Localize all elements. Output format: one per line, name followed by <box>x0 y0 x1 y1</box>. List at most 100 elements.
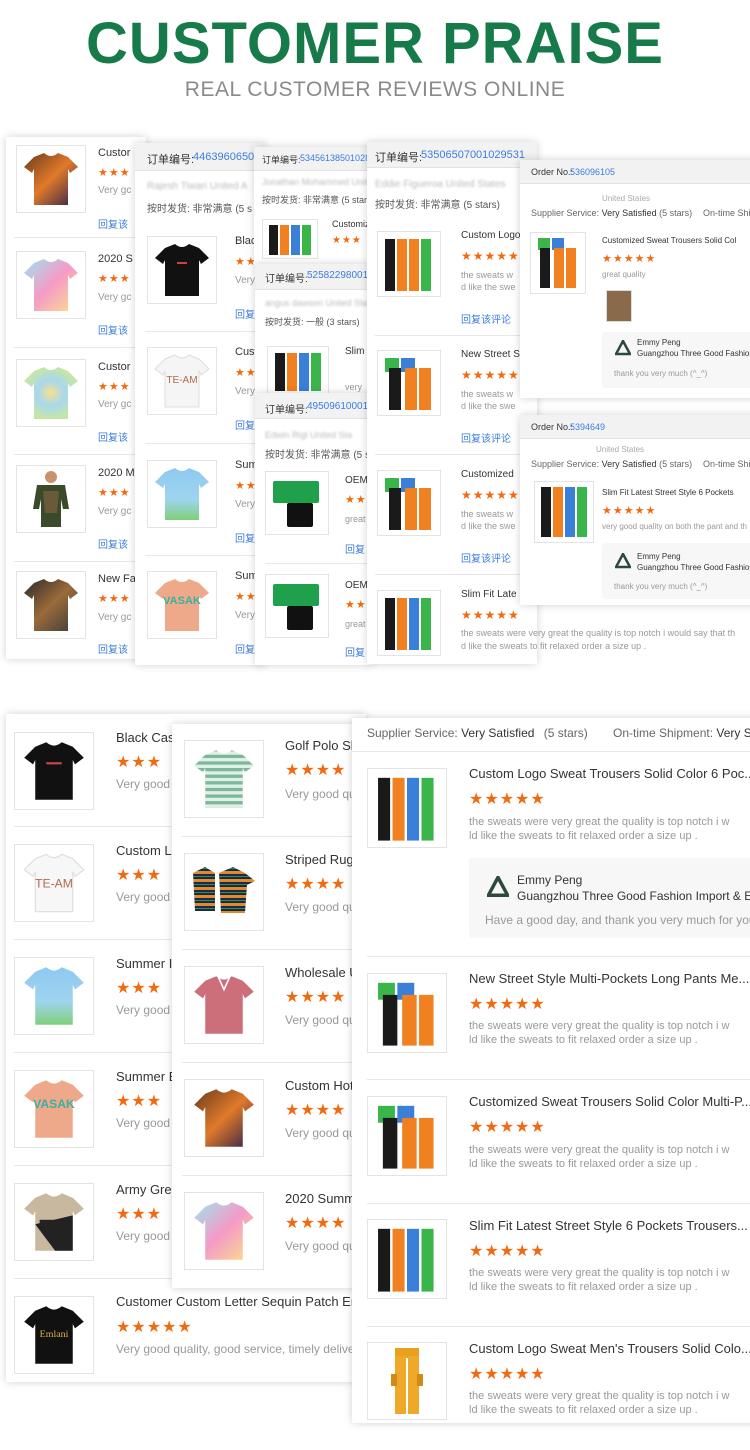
shipment-info: On-time Shipment: Very Sa <box>613 726 750 740</box>
product-thumbnail[interactable] <box>377 590 441 656</box>
product-thumbnail[interactable] <box>534 481 594 543</box>
product-thumbnail[interactable]: VASAK <box>14 1070 94 1148</box>
rating-stars: ★★★★★ <box>469 1366 546 1383</box>
review-text: Very good <box>116 1116 171 1130</box>
review-title: Golf Polo Sh <box>285 738 357 753</box>
review-text: the sweats were very great the quality i… <box>469 1144 730 1156</box>
shorts-image <box>273 584 319 630</box>
order-number[interactable]: 44639606501 <box>193 151 260 163</box>
product-thumbnail[interactable] <box>14 1183 94 1261</box>
rating-stars: ★★★ <box>116 1206 163 1223</box>
service-label: Supplier Service: <box>531 459 600 469</box>
divider <box>14 347 146 348</box>
shipment-label: On-time Shipment: <box>613 726 714 740</box>
company-logo-icon <box>613 338 633 361</box>
product-thumbnail[interactable] <box>377 231 441 297</box>
review-text: ld like the sweats to fit relaxed order … <box>469 1158 698 1170</box>
service-stars: (5 stars) <box>659 208 693 218</box>
product-thumbnail[interactable]: TE-AM <box>14 844 94 922</box>
order-label: 订单编号: <box>147 154 195 166</box>
review-text: Very good qu <box>285 1239 356 1253</box>
product-thumbnail[interactable] <box>14 957 94 1035</box>
buyer-name: Rajesh Tiwari United A <box>147 181 248 192</box>
product-thumbnail[interactable] <box>367 768 447 848</box>
tshirt-image <box>24 259 78 311</box>
review-panel-bottom-right: Supplier Service: Very Satisfied (5 star… <box>352 718 750 1423</box>
order-label: 订单编号: <box>265 405 308 416</box>
order-number[interactable]: 525822980010 <box>307 270 370 281</box>
product-thumbnail[interactable] <box>16 359 86 427</box>
supplier-reply: Emmy Peng Guangzhou Three Good Fashion I… <box>469 858 750 938</box>
order-number[interactable]: 536096105 <box>570 167 615 177</box>
product-thumbnail[interactable] <box>267 346 329 394</box>
product-thumbnail[interactable] <box>184 1192 264 1270</box>
order-label: 订单编号: <box>265 274 308 285</box>
review-title: Customized Sweat Trousers Solid Col <box>602 236 737 245</box>
order-number[interactable]: 534561385010285 <box>300 153 374 163</box>
product-thumbnail[interactable] <box>184 1079 264 1157</box>
svg-text:Emlani: Emlani <box>40 1329 69 1340</box>
reply-name: Emmy Peng <box>517 873 583 887</box>
product-thumbnail[interactable] <box>16 251 86 319</box>
shipment-label: On-time Ship <box>703 208 750 218</box>
product-thumbnail[interactable] <box>147 236 217 304</box>
buyer-name: angus dawson United Sta <box>265 298 368 308</box>
product-thumbnail[interactable] <box>265 471 329 535</box>
divider <box>367 1203 750 1204</box>
buyer-name: Edwin Rigl United Sta <box>265 430 353 440</box>
product-thumbnail[interactable] <box>184 740 264 818</box>
product-thumbnail[interactable] <box>377 350 441 416</box>
order-number[interactable]: 5394649 <box>570 422 605 432</box>
review-title: 2020 Summ <box>285 1191 356 1206</box>
product-thumbnail[interactable]: TE-AM <box>147 347 217 415</box>
divider <box>145 555 265 556</box>
product-thumbnail[interactable] <box>367 1342 447 1420</box>
page-title: CUSTOMER PRAISE <box>86 11 664 76</box>
product-thumbnail[interactable] <box>367 973 447 1053</box>
product-thumbnail[interactable] <box>265 574 329 638</box>
product-thumbnail[interactable] <box>530 232 586 294</box>
product-thumbnail[interactable] <box>377 470 441 536</box>
product-thumbnail[interactable] <box>367 1219 447 1299</box>
supplier-reply: Emmy Peng Guangzhou Three Good Fashion t… <box>602 332 750 388</box>
order-header: 订单编号: 495096100010 <box>255 393 373 419</box>
blue-green-tshirt-image <box>155 468 209 520</box>
shipment-rating: 按时发货: 非常满意 (5 stars) <box>265 450 373 461</box>
product-thumbnail[interactable]: VASAK <box>147 571 217 639</box>
order-header: 订单编号: 44639606501 <box>135 143 265 171</box>
service-label: Supplier Service: <box>367 726 458 740</box>
review-text: the sweats were very great the quality i… <box>469 1020 730 1032</box>
service-stars: (5 stars) <box>543 726 588 740</box>
reply-company: Guangzhou Three Good Fashion Import & Ex… <box>517 889 750 903</box>
svg-text:VASAK: VASAK <box>163 595 201 607</box>
buyer-country: United States <box>602 194 651 203</box>
rating-stars: ★★★★ <box>285 762 347 779</box>
product-thumbnail[interactable] <box>14 732 94 810</box>
product-thumbnail[interactable] <box>16 465 86 533</box>
customer-photo[interactable] <box>606 290 632 322</box>
order-number[interactable]: 495096100010 <box>307 401 373 412</box>
product-thumbnail[interactable] <box>367 1096 447 1176</box>
page-subtitle: REAL CUSTOMER REVIEWS ONLINE <box>184 78 566 101</box>
product-thumbnail[interactable] <box>16 145 86 213</box>
svg-text:TE-AM: TE-AM <box>35 876 73 890</box>
buyer-name: Eddie Figueroa United States <box>375 179 506 190</box>
divider <box>367 1326 750 1327</box>
divider <box>14 561 146 562</box>
review-title: Wholesale U <box>285 965 357 980</box>
product-thumbnail[interactable] <box>184 966 264 1044</box>
white-tshirt-image: TE-AM <box>154 354 210 408</box>
review-title: New Street Style Multi-Pockets Long Pant… <box>469 971 750 986</box>
product-thumbnail[interactable]: Emlani <box>14 1296 94 1374</box>
product-thumbnail[interactable] <box>147 460 217 528</box>
product-thumbnail[interactable] <box>262 219 318 259</box>
review-text: Very good <box>116 1229 171 1243</box>
divider <box>145 443 265 444</box>
product-thumbnail[interactable] <box>184 853 264 931</box>
pink-polo-image <box>194 976 254 1034</box>
divider <box>375 454 537 455</box>
divider <box>14 237 146 238</box>
divider <box>182 949 357 950</box>
product-thumbnail[interactable] <box>16 571 86 639</box>
divider <box>14 454 146 455</box>
